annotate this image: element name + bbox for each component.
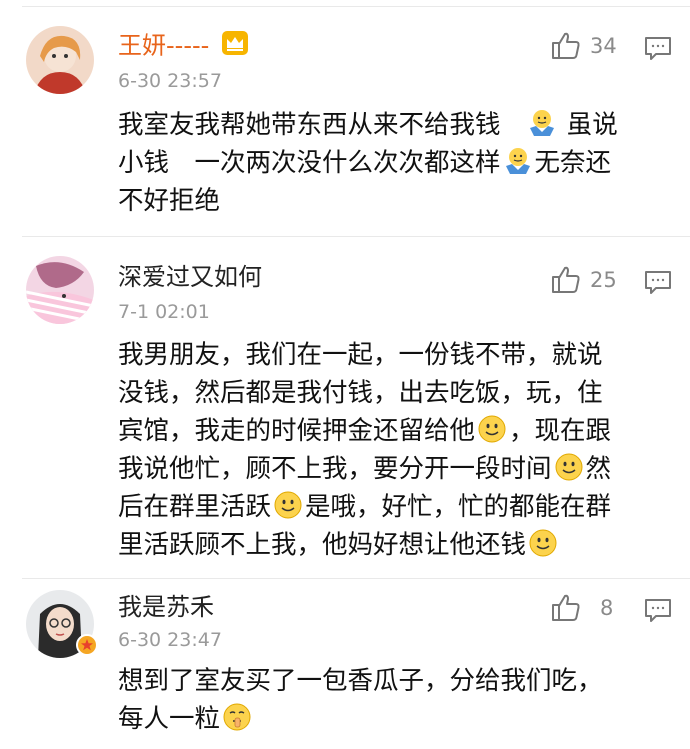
like-count: 25 bbox=[590, 268, 617, 292]
thumbs-up-icon bbox=[552, 266, 580, 293]
comment-text-line: 每人一粒 bbox=[118, 700, 254, 738]
username[interactable]: 我是苏禾 bbox=[118, 592, 214, 622]
comment-text-line: 不好拒绝 bbox=[118, 186, 221, 216]
comment-text-line: 我室友我帮她带东西从来不给我钱 虽说 bbox=[118, 108, 618, 140]
shush-emoji-icon bbox=[222, 702, 252, 732]
comment-text-line: 我男朋友，我们在一起，一份钱不带，就说 bbox=[118, 340, 603, 370]
comment-text-line: 小钱 一次两次没什么次次都这样 无奈还 bbox=[118, 146, 612, 178]
comment-text-line: 里活跃顾不上我，他妈好想让他还钱 bbox=[118, 526, 560, 564]
comment-item: 深爱过又如何 7-1 02:01 25 我男朋友，我们在一起，一份钱不带，就说 … bbox=[0, 236, 690, 578]
smile-emoji-icon bbox=[528, 528, 558, 558]
smile-emoji-icon bbox=[477, 414, 507, 444]
reply-button[interactable] bbox=[644, 598, 672, 624]
comment-text-line: 宾馆，我走的时候押金还留给他 ，现在跟 bbox=[118, 414, 612, 446]
comment-text-line: 没钱，然后都是我付钱，出去吃饭，玩，住 bbox=[118, 378, 603, 408]
comment-text-line: 想到了室友买了一包香瓜子，分给我们吃， bbox=[118, 666, 603, 696]
verified-badge-icon bbox=[76, 634, 98, 656]
avatar[interactable] bbox=[26, 256, 94, 324]
like-button[interactable] bbox=[550, 30, 590, 62]
username[interactable]: 深爱过又如何 bbox=[118, 262, 262, 292]
comment-text-line: 我说他忙，顾不上我，要分开一段时间 然 bbox=[118, 452, 612, 484]
timestamp: 6-30 23:57 bbox=[118, 70, 222, 92]
reply-button[interactable] bbox=[644, 270, 672, 296]
smile-emoji-icon bbox=[273, 490, 303, 520]
smile-emoji-icon bbox=[554, 452, 584, 482]
comment-text-line: 后在群里活跃 是哦，好忙，忙的都能在群 bbox=[118, 490, 612, 522]
like-count: 34 bbox=[590, 34, 617, 58]
comment-icon bbox=[645, 37, 671, 60]
timestamp: 7-1 02:01 bbox=[118, 301, 210, 323]
thumbs-up-icon bbox=[552, 32, 580, 59]
shrug-emoji-icon bbox=[527, 108, 557, 138]
like-button[interactable] bbox=[550, 264, 590, 296]
comment-icon bbox=[645, 271, 671, 294]
crown-badge-icon bbox=[221, 30, 249, 63]
comment-item: 王妍----- 6-30 23:57 34 我室友我帮她带东西从来不给我钱 虽说… bbox=[0, 0, 690, 238]
username[interactable]: 王妍----- bbox=[118, 30, 249, 63]
comment-icon bbox=[645, 599, 671, 622]
avatar[interactable] bbox=[26, 26, 94, 94]
comment-item: 我是苏禾 6-30 23:47 8 想到了室友买了一包香瓜子，分给我们吃， 每人… bbox=[0, 578, 690, 749]
timestamp: 6-30 23:47 bbox=[118, 629, 222, 651]
like-count: 8 bbox=[600, 596, 614, 620]
shrug-emoji-icon bbox=[503, 146, 533, 176]
like-button[interactable] bbox=[550, 592, 590, 624]
reply-button[interactable] bbox=[644, 36, 672, 62]
thumbs-up-icon bbox=[552, 594, 580, 621]
